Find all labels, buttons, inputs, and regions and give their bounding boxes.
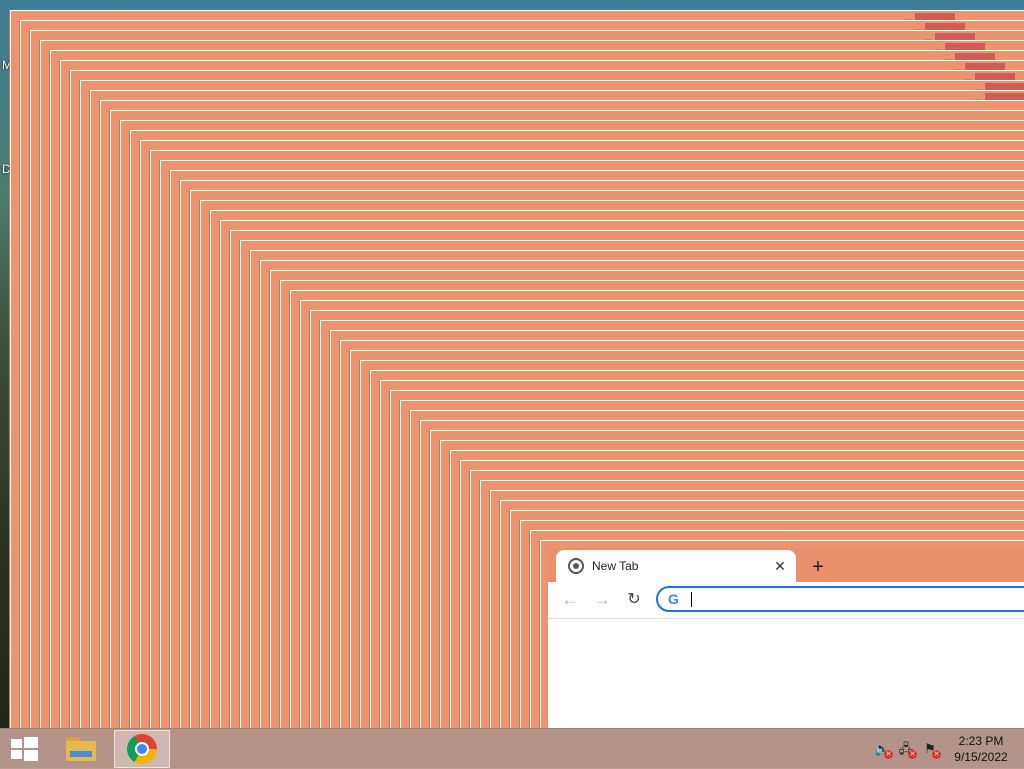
taskbar-clock[interactable]: 2:23 PM 9/15/2022 xyxy=(948,733,1014,765)
taskbar-chrome-button[interactable] xyxy=(114,730,170,768)
reload-button[interactable]: ↻ xyxy=(622,588,646,612)
chrome-icon xyxy=(568,558,584,574)
new-tab-button[interactable]: + xyxy=(806,556,830,580)
browser-toolbar: ← → ↻ G xyxy=(548,582,1024,619)
desktop: M D ▁ ▁ ▁ ▁ ▁ ▁ ▁ ▁ ▁ New Tab ✕ + ← → ↻ G xyxy=(0,0,1024,768)
windows-start-icon[interactable] xyxy=(0,729,48,769)
address-bar[interactable]: G xyxy=(656,586,1024,612)
file-explorer-icon[interactable] xyxy=(58,731,104,767)
network-error-icon[interactable]: 🖧 ✕ xyxy=(898,741,917,759)
tab-new-tab[interactable]: New Tab ✕ xyxy=(556,550,796,582)
close-tab-button[interactable]: ✕ xyxy=(772,558,788,574)
google-g-icon: G xyxy=(668,591,679,607)
address-input[interactable] xyxy=(688,590,988,608)
new-tab-page xyxy=(548,619,1024,728)
taskbar: 🔈 ✕ 🖧 ✕ ⚑ ✕ 2:23 PM 9/15/2022 xyxy=(0,728,1024,769)
tab-title: New Tab xyxy=(592,559,639,573)
chrome-icon xyxy=(127,734,157,764)
clock-date: 9/15/2022 xyxy=(954,750,1008,764)
forward-button[interactable]: → xyxy=(590,588,614,612)
action-center-flag-icon[interactable]: ⚑ ✕ xyxy=(922,741,941,759)
text-cursor xyxy=(691,592,692,607)
back-button[interactable]: ← xyxy=(558,588,582,612)
clock-time: 2:23 PM xyxy=(958,734,1004,748)
volume-muted-icon[interactable]: 🔈 ✕ xyxy=(874,741,893,759)
chrome-window[interactable]: New Tab ✕ + ← → ↻ G xyxy=(548,548,1024,728)
